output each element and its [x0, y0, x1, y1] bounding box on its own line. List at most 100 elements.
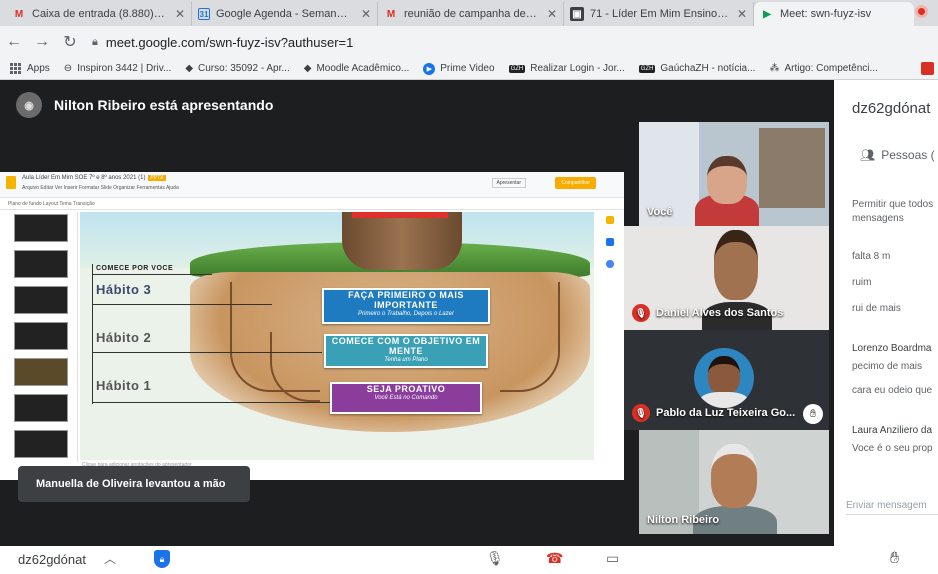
- slide-thumbnail[interactable]: [14, 394, 68, 422]
- slides-header: Aula Líder Em Mim SOE 7º e 8º anos 2021 …: [0, 172, 624, 198]
- chart-icon: ⁂: [769, 63, 780, 74]
- bookmark-label: Artigo: Competênci...: [784, 63, 878, 74]
- habit-label-2: Hábito 2: [96, 330, 152, 345]
- slide-line: [92, 304, 272, 305]
- raise-hand-icon[interactable]: ✋︎: [890, 550, 899, 568]
- slide-thumbnails: [0, 212, 78, 462]
- globe-icon: ⊖: [63, 63, 73, 74]
- participant-tile-daniel[interactable]: 🎙︎ Daniel Alves dos Santos: [624, 226, 829, 330]
- chat-message: falta 8 m: [852, 251, 891, 262]
- prime-video-icon: ▶: [423, 62, 436, 75]
- extension-icon[interactable]: [921, 62, 934, 75]
- tree-band: [352, 212, 448, 218]
- slide-canvas[interactable]: COMECE POR VOCE Hábito 3 Hábito 2 Hábito…: [80, 212, 594, 460]
- host-controls-icon[interactable]: 🔒︎: [154, 550, 170, 568]
- participant-tile-pablo[interactable]: 🎙︎ Pablo da Luz Teixeira Go... ✋︎: [624, 330, 829, 430]
- close-tab-icon[interactable]: ✕: [175, 7, 185, 21]
- tab-title: Caixa de entrada (8.880) - mlbs: [32, 8, 167, 20]
- presenter-avatar: ◉: [16, 92, 42, 118]
- close-tab-icon[interactable]: ✕: [361, 7, 371, 21]
- shared-screen[interactable]: Aula Líder Em Mim SOE 7º e 8º anos 2021 …: [0, 172, 624, 480]
- close-tab-icon[interactable]: ✕: [737, 7, 747, 21]
- presenter-banner: ◉ Nilton Ribeiro está apresentando: [16, 92, 273, 118]
- slide-thumbnail[interactable]: [14, 322, 68, 350]
- chat-message: pecimo de mais: [852, 361, 923, 372]
- forward-arrow-icon[interactable]: →: [28, 33, 56, 51]
- meet-control-bar: dz62gdónat ︿ 🔒︎ 🎙︎ ☎︎ ▭ ✋︎: [0, 546, 938, 574]
- diamond-icon: ◆: [303, 63, 312, 74]
- slide-line: [92, 352, 322, 353]
- chevron-up-icon[interactable]: ︿: [104, 550, 116, 567]
- microphone-icon[interactable]: 🎙︎: [486, 550, 504, 567]
- tab-title: 71 - Líder Em Mim Ensino Func: [590, 8, 729, 20]
- browser-tab-gmail-meeting[interactable]: M reunião de campanha de Matr ✕: [378, 2, 564, 26]
- sign-subtitle: Primeiro o Trabalho, Depois o Lazer: [358, 311, 454, 317]
- sign-title: FAÇA PRIMEIRO O MAIS IMPORTANTE: [348, 290, 464, 310]
- doc-badge: PPTX: [148, 175, 166, 181]
- slide-thumbnail[interactable]: [14, 430, 68, 458]
- sign-habit-2: COMECE COM O OBJETIVO EM MENTE Tenha um …: [324, 334, 488, 368]
- back-arrow-icon[interactable]: ←: [0, 33, 28, 51]
- participant-tile-you[interactable]: Você: [639, 122, 829, 226]
- mic-off-icon: 🎙︎: [632, 404, 650, 422]
- people-label: Pessoas (: [881, 148, 935, 162]
- people-icon: 👥︎: [860, 148, 876, 162]
- calendar-icon: 31: [198, 8, 210, 20]
- close-tab-icon[interactable]: ✕: [547, 7, 557, 21]
- bookmark-label: Prime Video: [440, 63, 495, 74]
- sign-habit-3: FAÇA PRIMEIRO O MAIS IMPORTANTE Primeiro…: [322, 288, 490, 324]
- gmail-icon: M: [386, 8, 396, 20]
- apps-grid-icon: [10, 63, 21, 74]
- slide-thumbnail[interactable]: [14, 250, 68, 278]
- people-tab[interactable]: 👥︎ Pessoas (: [860, 148, 935, 162]
- hang-up-icon[interactable]: ☎︎: [546, 550, 563, 567]
- tab-title: Google Agenda - Semana de 1: [216, 8, 353, 20]
- browser-tab-gmail-inbox[interactable]: M Caixa de entrada (8.880) - mlbs ✕: [6, 2, 192, 26]
- bookmark-moodle[interactable]: ◆ Moodle Acadêmico...: [304, 63, 410, 74]
- bookmark-gauchazh[interactable]: GZH GaúchaZH - notícia...: [638, 63, 755, 74]
- tasks-icon[interactable]: [606, 238, 614, 246]
- bookmark-curso[interactable]: ◆ Curso: 35092 - Apr...: [185, 63, 289, 74]
- chat-sender: Laura Anziliero da: [852, 425, 933, 436]
- slide-thumbnail[interactable]: [14, 358, 68, 386]
- bookmark-label: Realizar Login - Jor...: [530, 63, 625, 74]
- meeting-code-footer[interactable]: dz62gdónat: [18, 552, 86, 567]
- bookmark-inspiron[interactable]: ⊖ Inspiron 3442 | Driv...: [64, 63, 172, 74]
- camera-icon[interactable]: ▭: [606, 550, 619, 567]
- habit-label-3: Hábito 3: [96, 282, 152, 297]
- participant-avatar: [694, 348, 754, 408]
- bookmark-realizar-login[interactable]: GZH Realizar Login - Jor...: [508, 63, 625, 74]
- browser-tab-classroom[interactable]: ▣ 71 - Líder Em Mim Ensino Func ✕: [564, 2, 754, 26]
- reload-icon[interactable]: ↻: [56, 32, 84, 52]
- share-button[interactable]: Compartilhar: [555, 177, 596, 189]
- participant-tile-nilton[interactable]: Nilton Ribeiro: [639, 430, 829, 534]
- contacts-icon[interactable]: [606, 260, 614, 268]
- habit-label-1: Hábito 1: [96, 378, 152, 393]
- side-panel-icons: [606, 216, 618, 282]
- bookmark-label: Moodle Acadêmico...: [316, 63, 410, 74]
- person-face: [714, 230, 758, 300]
- browser-tab-meet[interactable]: ▶ Meet: swn-fuyz-isv: [754, 2, 914, 26]
- browser-tab-calendar[interactable]: 31 Google Agenda - Semana de 1 ✕: [192, 2, 378, 26]
- slides-toolbar: Plano de fundo Layout Tema Transição: [0, 198, 624, 210]
- tab-title: reunião de campanha de Matr: [404, 8, 539, 20]
- bookmark-apps[interactable]: Apps: [10, 63, 50, 74]
- bookmark-prime-video[interactable]: ▶ Prime Video: [423, 62, 495, 75]
- bookmark-artigo[interactable]: ⁂ Artigo: Competênci...: [769, 63, 877, 74]
- chat-input[interactable]: Enviar mensagem: [846, 500, 938, 515]
- slide-thumbnail[interactable]: [14, 286, 68, 314]
- participant-name: 🎙︎ Daniel Alves dos Santos: [632, 304, 783, 322]
- slide-line: [92, 402, 332, 403]
- keep-icon[interactable]: [606, 216, 614, 224]
- sign-title: SEJA PROATIVO: [366, 384, 446, 394]
- slide-thumbnail[interactable]: [14, 214, 68, 242]
- sign-title: COMECE COM O OBJETIVO EM MENTE: [331, 336, 481, 356]
- url-text: meet.google.com/swn-fuyz-isv?authuser=1: [105, 34, 354, 50]
- raised-hand-icon: ✋︎: [803, 404, 823, 424]
- chat-message: Voce é o seu prop: [852, 443, 933, 454]
- url-field[interactable]: 🔒︎ meet.google.com/swn-fuyz-isv?authuser…: [92, 30, 926, 54]
- present-button[interactable]: Apresentar: [491, 178, 526, 188]
- bookmark-label: Inspiron 3442 | Driv...: [77, 63, 172, 74]
- gzh-icon: GZH: [508, 64, 526, 73]
- tree-root: [500, 282, 560, 392]
